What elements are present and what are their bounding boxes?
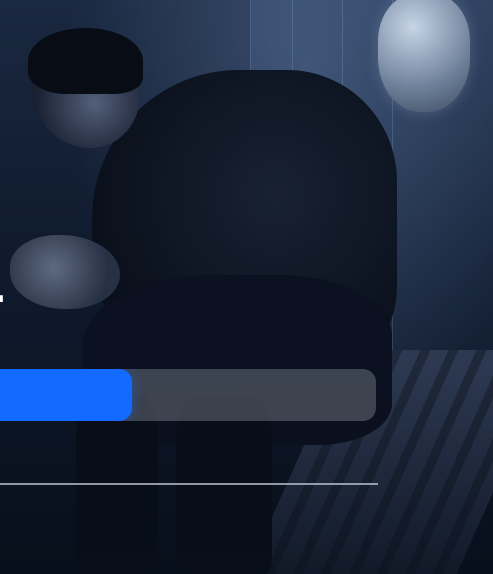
- screen-root: L: [0, 0, 493, 574]
- progress-track: [0, 369, 376, 421]
- helmet-image: [378, 0, 470, 112]
- man-hair-image: [28, 28, 143, 94]
- divider-line: [0, 483, 378, 485]
- cropped-heading-text: L: [0, 260, 5, 310]
- progress-fill: [0, 369, 132, 421]
- cropped-heading: L: [0, 260, 18, 310]
